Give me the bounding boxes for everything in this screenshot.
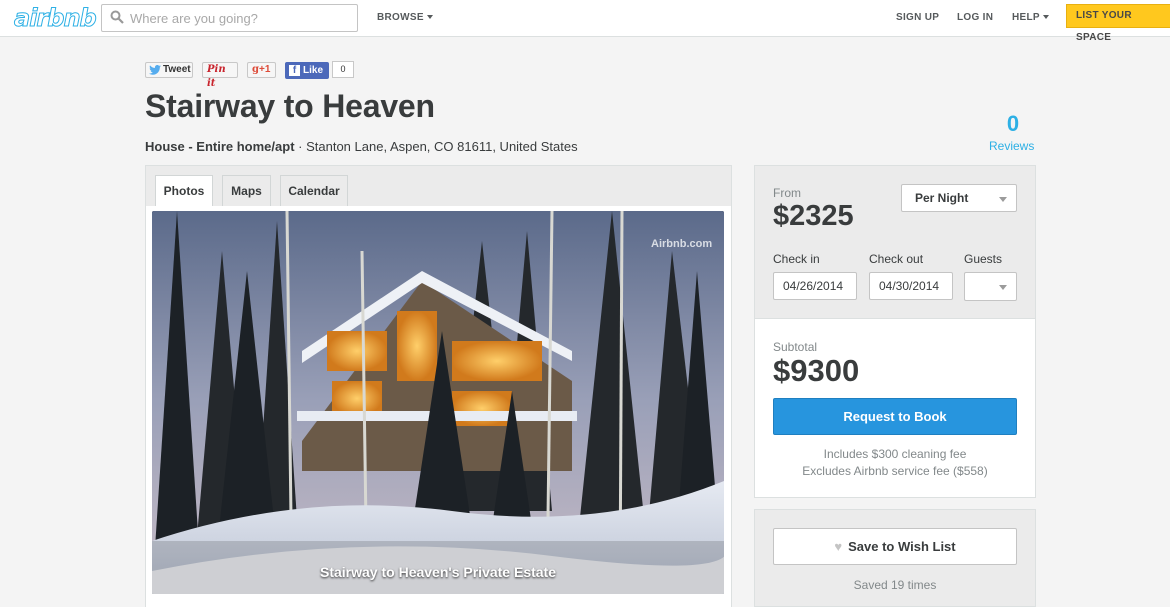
subtitle-separator: · bbox=[294, 139, 307, 154]
listing-photo[interactable] bbox=[152, 211, 724, 594]
chevron-down-icon bbox=[426, 15, 433, 20]
list-your-space-button[interactable]: LIST YOUR SPACE bbox=[1066, 4, 1170, 43]
listing-address: Stanton Lane, Aspen, CO 81611, United St… bbox=[306, 139, 578, 154]
fb-like-label: Like bbox=[303, 65, 324, 76]
browse-label: BROWSE bbox=[377, 12, 424, 23]
save-to-wishlist-button[interactable]: ♥ Save to Wish List bbox=[773, 528, 1017, 565]
saved-count: Saved 19 times bbox=[853, 578, 937, 592]
price-period-select[interactable]: Per Night bbox=[901, 184, 1017, 212]
help-menu[interactable]: HELP bbox=[1012, 12, 1049, 23]
subtotal-label: Subtotal bbox=[773, 340, 818, 354]
tab-calendar[interactable]: Calendar bbox=[280, 175, 348, 206]
search-input[interactable] bbox=[130, 8, 352, 28]
dropdown-arrow-icon bbox=[999, 197, 1007, 202]
reviews-link[interactable]: Reviews bbox=[989, 139, 1034, 153]
tab-photos[interactable]: Photos bbox=[155, 175, 213, 207]
check-out-input[interactable]: 04/30/2014 bbox=[869, 272, 953, 300]
wishlist-label: Save to Wish List bbox=[848, 539, 956, 554]
airbnb-logo[interactable]: airbnb bbox=[14, 4, 98, 33]
fb-like-count: 0 bbox=[332, 61, 354, 78]
heart-icon: ♥ bbox=[834, 539, 843, 554]
browse-menu[interactable]: BROWSE bbox=[377, 12, 433, 23]
tweet-button[interactable]: Tweet bbox=[145, 62, 193, 78]
gplus-label: +1 bbox=[259, 64, 271, 75]
photo-caption: Stairway to Heaven's Private Estate bbox=[320, 564, 556, 580]
request-to-book-button[interactable]: Request to Book bbox=[773, 398, 1017, 435]
twitter-bird-icon bbox=[149, 65, 161, 75]
listing-type: House - Entire home/apt bbox=[145, 139, 295, 154]
listing-subtitle: House - Entire home/apt · Stanton Lane, … bbox=[145, 139, 578, 154]
g-icon: g bbox=[252, 64, 259, 75]
thumbnail-strip[interactable] bbox=[146, 599, 731, 607]
listing-title: Stairway to Heaven bbox=[145, 88, 435, 124]
log-in-link[interactable]: LOG IN bbox=[957, 12, 993, 23]
check-in-input[interactable]: 04/26/2014 bbox=[773, 272, 857, 300]
from-label: From bbox=[773, 186, 801, 200]
reviews-count[interactable]: 0 bbox=[990, 111, 1036, 137]
check-in-label: Check in bbox=[773, 252, 820, 266]
guests-select[interactable] bbox=[964, 272, 1017, 301]
facebook-icon: f bbox=[289, 65, 300, 76]
subtotal-value: $9300 bbox=[773, 353, 860, 388]
facebook-like-button[interactable]: f Like bbox=[285, 62, 329, 79]
photo-watermark: Airbnb.com bbox=[651, 238, 713, 250]
price-period-value: Per Night bbox=[915, 191, 969, 205]
tweet-label: Tweet bbox=[163, 64, 191, 75]
help-label: HELP bbox=[1012, 12, 1040, 23]
tab-maps[interactable]: Maps bbox=[222, 175, 271, 206]
nightly-price: $2325 bbox=[773, 200, 854, 232]
guests-label: Guests bbox=[964, 252, 1003, 266]
service-fee-note: Excludes Airbnb service fee ($558) bbox=[802, 464, 988, 478]
check-out-label: Check out bbox=[869, 252, 924, 266]
sign-up-link[interactable]: SIGN UP bbox=[896, 12, 939, 23]
pin-it-button[interactable]: Pin it bbox=[202, 62, 238, 89]
search-icon bbox=[110, 10, 124, 24]
dropdown-arrow-icon bbox=[999, 285, 1007, 290]
chevron-down-icon bbox=[1042, 15, 1049, 20]
cleaning-fee-note: Includes $300 cleaning fee bbox=[823, 447, 967, 461]
google-plus-button[interactable]: g+1 bbox=[247, 62, 276, 78]
search-box[interactable] bbox=[101, 4, 358, 32]
